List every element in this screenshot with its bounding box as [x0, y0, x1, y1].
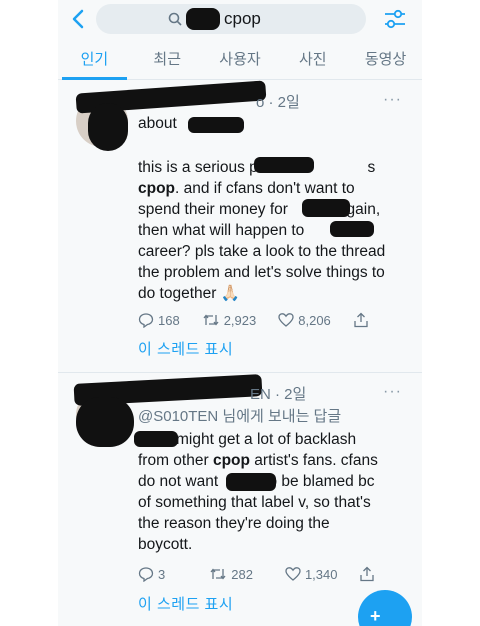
share-button[interactable] — [353, 312, 373, 328]
retweet-button[interactable]: 282 — [209, 566, 253, 582]
show-thread-link[interactable]: 이 스레드 표시 — [138, 593, 233, 614]
reply-button[interactable]: 168 — [138, 312, 180, 328]
redaction-scribble — [134, 431, 178, 447]
tweet-actions: 3 282 1,340 — [138, 566, 378, 582]
tweet-text-line: boycott. — [138, 536, 193, 553]
tweet-text-line: might get a lot of backlash — [176, 431, 357, 448]
search-icon — [168, 12, 182, 26]
tweet-text-line: the reason they're doing the — [138, 515, 330, 532]
highlighted-keyword: cpop — [138, 180, 176, 197]
tweet[interactable]: o · 2일 ··· about this is a serious probl… — [58, 80, 422, 371]
retweet-icon — [210, 568, 226, 580]
highlighted-keyword: cpop — [212, 452, 250, 469]
tweet-text-line: from other — [138, 452, 213, 469]
tweet-actions: 168 2,923 8,206 — [138, 312, 378, 328]
back-button[interactable] — [66, 6, 92, 32]
redaction-scribble — [88, 103, 128, 151]
filter-settings-button[interactable] — [382, 6, 408, 32]
compose-plus-icon: + — [370, 606, 381, 626]
tweet-text-line: s — [367, 159, 376, 176]
redaction-scribble — [254, 157, 314, 173]
tweet-text-line: do not want — [138, 473, 219, 490]
tab-top[interactable]: 인기 — [58, 42, 131, 80]
retweet-count: 2,923 — [223, 312, 257, 328]
reply-to-text: @S010TEN 님에게 보내는 답글 — [138, 408, 342, 425]
redaction-scribble — [302, 199, 350, 217]
reply-count: 3 — [158, 566, 166, 582]
share-icon — [354, 312, 368, 328]
tab-people[interactable]: 사용자 — [204, 42, 277, 79]
reply-button[interactable]: 3 — [138, 566, 165, 582]
more-options-icon[interactable]: ··· — [383, 383, 402, 401]
tweet-header: EN · 2일 — [250, 386, 307, 403]
tweet-header: o · 2일 — [256, 94, 300, 111]
tweet-text-line: do together 🙏🏻 — [138, 285, 241, 302]
tweet-text-line: to be blamed bc — [264, 473, 375, 490]
retweet-count: 282 — [231, 566, 253, 582]
app-screen: cpop 인기 최근 사용자 사진 동영상 o · 2일 ··· about t… — [58, 0, 422, 626]
tweet-text-line: the problem and let's solve things to — [138, 264, 385, 281]
tweet-text-line: . and if cfans don't want to — [175, 180, 355, 197]
search-field[interactable]: cpop — [96, 4, 366, 34]
redaction-scribble — [188, 117, 244, 133]
reply-icon — [138, 313, 154, 328]
top-bar: cpop — [58, 0, 422, 42]
heart-icon — [278, 313, 294, 327]
redaction-scribble — [330, 221, 374, 237]
redaction-scribble — [76, 397, 134, 447]
chevron-left-icon — [72, 9, 84, 29]
redaction-scribble — [186, 8, 220, 30]
retweet-button[interactable]: 2,923 — [202, 312, 257, 328]
show-thread-link[interactable]: 이 스레드 표시 — [138, 338, 233, 359]
tweet-text-line: then what will happen to — [138, 222, 305, 239]
tweet-text-line: career? pls take a look to the thread — [138, 243, 386, 260]
tweet-text-line: spend their money for — [138, 201, 288, 218]
share-icon — [360, 566, 375, 582]
tab-photos[interactable]: 사진 — [276, 42, 349, 79]
tweet[interactable]: EN · 2일 ··· @S010TEN 님에게 보내는 답글 might ge… — [58, 373, 422, 626]
more-options-icon[interactable]: ··· — [383, 91, 402, 109]
like-count: 1,340 — [304, 566, 338, 582]
tab-latest[interactable]: 최근 — [131, 42, 204, 79]
about-text: about — [138, 115, 177, 132]
search-tabs: 인기 최근 사용자 사진 동영상 — [58, 42, 422, 80]
search-query: cpop — [224, 9, 261, 28]
heart-icon — [285, 567, 301, 581]
share-button[interactable] — [359, 566, 379, 582]
reply-icon — [138, 567, 154, 582]
tab-videos[interactable]: 동영상 — [349, 42, 422, 79]
reply-count: 168 — [158, 312, 180, 328]
tweet-about: about — [138, 113, 410, 134]
tweet-text-line: of something that label v, so that's — [138, 494, 371, 511]
sliders-icon — [385, 9, 405, 29]
like-button[interactable]: 8,206 — [278, 312, 331, 328]
tweet-text: might get a lot of backlash from other c… — [138, 429, 410, 555]
retweet-icon — [203, 314, 219, 326]
like-button[interactable]: 1,340 — [285, 566, 338, 582]
like-count: 8,206 — [298, 312, 331, 328]
tweet-text-line: artist's fans. cfans — [249, 452, 378, 469]
redaction-scribble — [226, 473, 276, 491]
